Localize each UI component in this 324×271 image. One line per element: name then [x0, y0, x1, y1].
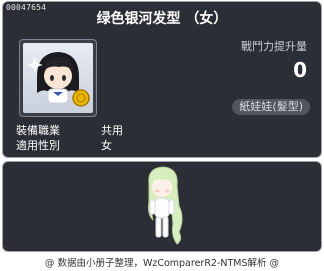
character-preview-panel	[2, 161, 322, 252]
job-value: 共用	[101, 124, 123, 137]
item-title: 绿色银河发型 （女）	[96, 11, 228, 27]
character-preview-figure	[148, 166, 183, 245]
item-icon-frame	[19, 39, 97, 117]
attack-increase-label: 戰鬥力提升量	[241, 40, 307, 53]
credit-footer: @ 数据由小册子整理，WzComparerR2-NTMS解析 @	[44, 258, 280, 269]
hair-avatar-icon	[27, 52, 90, 107]
gender-value: 女	[101, 139, 112, 152]
job-label: 裝備職業	[16, 124, 60, 137]
attack-increase-value: 0	[293, 58, 307, 82]
item-tooltip: 00047654 绿色银河发型 （女） 戰鬥力提升量 0 紙娃娃(髮型) 裝備職…	[2, 1, 322, 158]
category-badge: 紙娃娃(髮型)	[232, 99, 310, 115]
gender-label: 適用性別	[16, 139, 60, 152]
item-icon	[23, 43, 93, 113]
